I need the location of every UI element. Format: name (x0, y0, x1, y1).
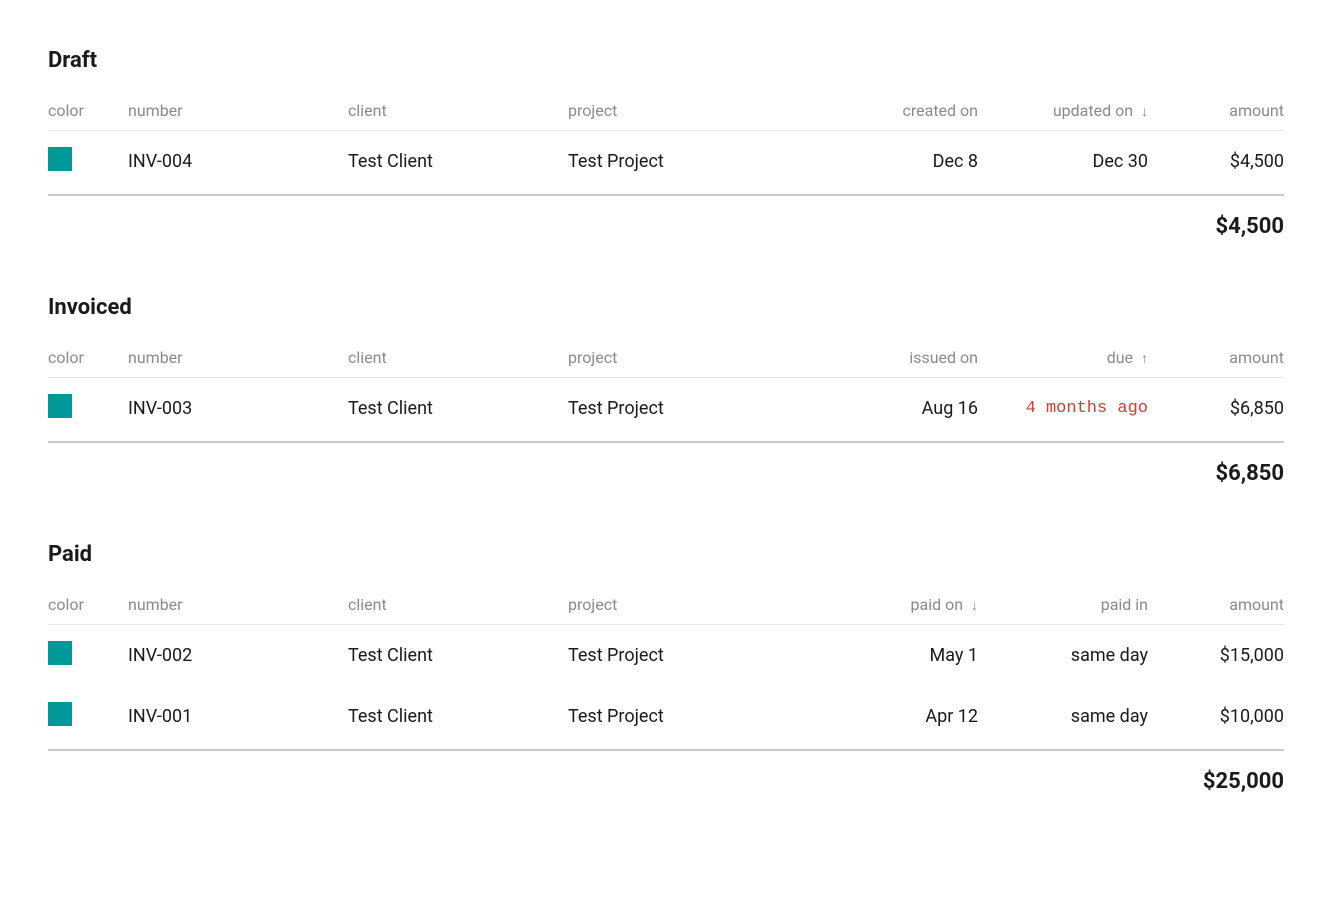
table-row[interactable]: INV-004 Test Client Test Project Dec 8 D… (48, 131, 1284, 192)
cell-client: Test Client (348, 645, 568, 666)
header-due-label: due (1107, 348, 1133, 367)
cell-client: Test Client (348, 398, 568, 419)
section-title-paid: Paid (48, 542, 1284, 567)
cell-amount: $15,000 (1148, 645, 1284, 666)
header-paid-in[interactable]: paid in (978, 595, 1148, 614)
header-amount[interactable]: amount (1148, 101, 1284, 120)
color-swatch-cell (48, 147, 128, 176)
header-number[interactable]: number (128, 101, 348, 120)
cell-paid-in: same day (978, 706, 1148, 727)
color-swatch-cell (48, 641, 128, 670)
header-amount[interactable]: amount (1148, 348, 1284, 367)
cell-created-on: Dec 8 (828, 151, 978, 172)
cell-client: Test Client (348, 151, 568, 172)
cell-amount: $6,850 (1148, 398, 1284, 419)
cell-paid-in: same day (978, 645, 1148, 666)
header-issued-on[interactable]: issued on (828, 348, 978, 367)
header-color[interactable]: color (48, 101, 128, 120)
cell-client: Test Client (348, 706, 568, 727)
header-updated-on-label: updated on (1053, 101, 1133, 120)
cell-amount: $10,000 (1148, 706, 1284, 727)
header-client[interactable]: client (348, 595, 568, 614)
color-swatch (48, 641, 72, 665)
color-swatch-cell (48, 394, 128, 423)
cell-project: Test Project (568, 151, 828, 172)
cell-number: INV-003 (128, 398, 348, 419)
table-invoiced: color number client project issued on du… (48, 338, 1284, 486)
header-color[interactable]: color (48, 348, 128, 367)
header-updated-on[interactable]: updated on ↓ (978, 101, 1148, 120)
cell-number: INV-002 (128, 645, 348, 666)
cell-number: INV-001 (128, 706, 348, 727)
section-invoiced: Invoiced color number client project iss… (48, 295, 1284, 486)
cell-project: Test Project (568, 706, 828, 727)
section-title-draft: Draft (48, 48, 1284, 73)
sort-arrow-down-icon: ↓ (971, 598, 978, 614)
sort-arrow-up-icon: ↑ (1141, 351, 1148, 367)
cell-project: Test Project (568, 645, 828, 666)
section-total-invoiced: $6,850 (48, 443, 1284, 486)
section-paid: Paid color number client project paid on… (48, 542, 1284, 794)
header-client[interactable]: client (348, 348, 568, 367)
table-row[interactable]: INV-001 Test Client Test Project Apr 12 … (48, 686, 1284, 747)
header-amount[interactable]: amount (1148, 595, 1284, 614)
header-due[interactable]: due ↑ (978, 348, 1148, 367)
table-row[interactable]: INV-002 Test Client Test Project May 1 s… (48, 625, 1284, 686)
header-created-on[interactable]: created on (828, 101, 978, 120)
color-swatch (48, 394, 72, 418)
table-header-invoiced: color number client project issued on du… (48, 338, 1284, 378)
header-number[interactable]: number (128, 348, 348, 367)
header-paid-on-label: paid on (911, 595, 964, 614)
header-client[interactable]: client (348, 101, 568, 120)
section-draft: Draft color number client project create… (48, 48, 1284, 239)
section-total-draft: $4,500 (48, 196, 1284, 239)
table-draft: color number client project created on u… (48, 91, 1284, 239)
section-title-invoiced: Invoiced (48, 295, 1284, 320)
cell-amount: $4,500 (1148, 151, 1284, 172)
table-row[interactable]: INV-003 Test Client Test Project Aug 16 … (48, 378, 1284, 439)
section-total-paid: $25,000 (48, 751, 1284, 794)
sort-arrow-down-icon: ↓ (1141, 104, 1148, 120)
table-header-paid: color number client project paid on ↓ pa… (48, 585, 1284, 625)
table-paid: color number client project paid on ↓ pa… (48, 585, 1284, 794)
header-number[interactable]: number (128, 595, 348, 614)
color-swatch (48, 147, 72, 171)
color-swatch (48, 702, 72, 726)
header-paid-on[interactable]: paid on ↓ (828, 595, 978, 614)
table-header-draft: color number client project created on u… (48, 91, 1284, 131)
color-swatch-cell (48, 702, 128, 731)
cell-project: Test Project (568, 398, 828, 419)
cell-paid-on: Apr 12 (828, 706, 978, 727)
cell-updated-on: Dec 30 (978, 151, 1148, 172)
cell-paid-on: May 1 (828, 645, 978, 666)
header-color[interactable]: color (48, 595, 128, 614)
header-project[interactable]: project (568, 348, 828, 367)
header-project[interactable]: project (568, 595, 828, 614)
cell-due-overdue: 4 months ago (978, 399, 1148, 418)
header-project[interactable]: project (568, 101, 828, 120)
cell-number: INV-004 (128, 151, 348, 172)
cell-issued-on: Aug 16 (828, 398, 978, 419)
